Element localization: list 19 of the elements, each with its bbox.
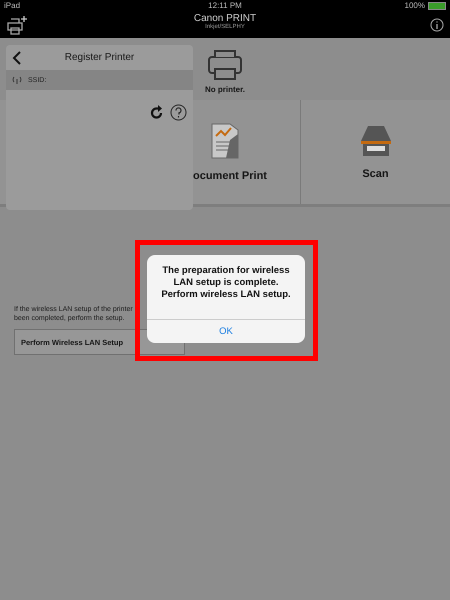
- antenna-icon: [12, 76, 22, 84]
- scanner-icon: [358, 124, 392, 158]
- battery-percent: 100%: [404, 1, 425, 10]
- info-icon[interactable]: [430, 18, 444, 32]
- panel-title: Register Printer: [64, 52, 136, 63]
- ok-button[interactable]: OK: [147, 319, 305, 343]
- battery-icon: [428, 2, 446, 10]
- no-printer-label: No printer.: [204, 85, 245, 94]
- alert-message: The preparation for wireless LAN setup is complete. Perform wireless LAN setup.: [160, 264, 292, 302]
- back-icon[interactable]: [12, 51, 22, 65]
- device-name: iPad: [4, 1, 20, 10]
- printer-icon: [207, 49, 243, 81]
- menu-tile[interactable]: ocument Print: [193, 100, 300, 204]
- add-printer-icon[interactable]: [6, 14, 28, 34]
- refresh-icon[interactable]: [150, 104, 164, 120]
- app-title: Canon PRINT: [194, 13, 256, 24]
- help-icon[interactable]: [170, 104, 187, 121]
- menu-tile[interactable]: Scan: [300, 100, 450, 204]
- clock: 12:11 PM: [207, 1, 243, 10]
